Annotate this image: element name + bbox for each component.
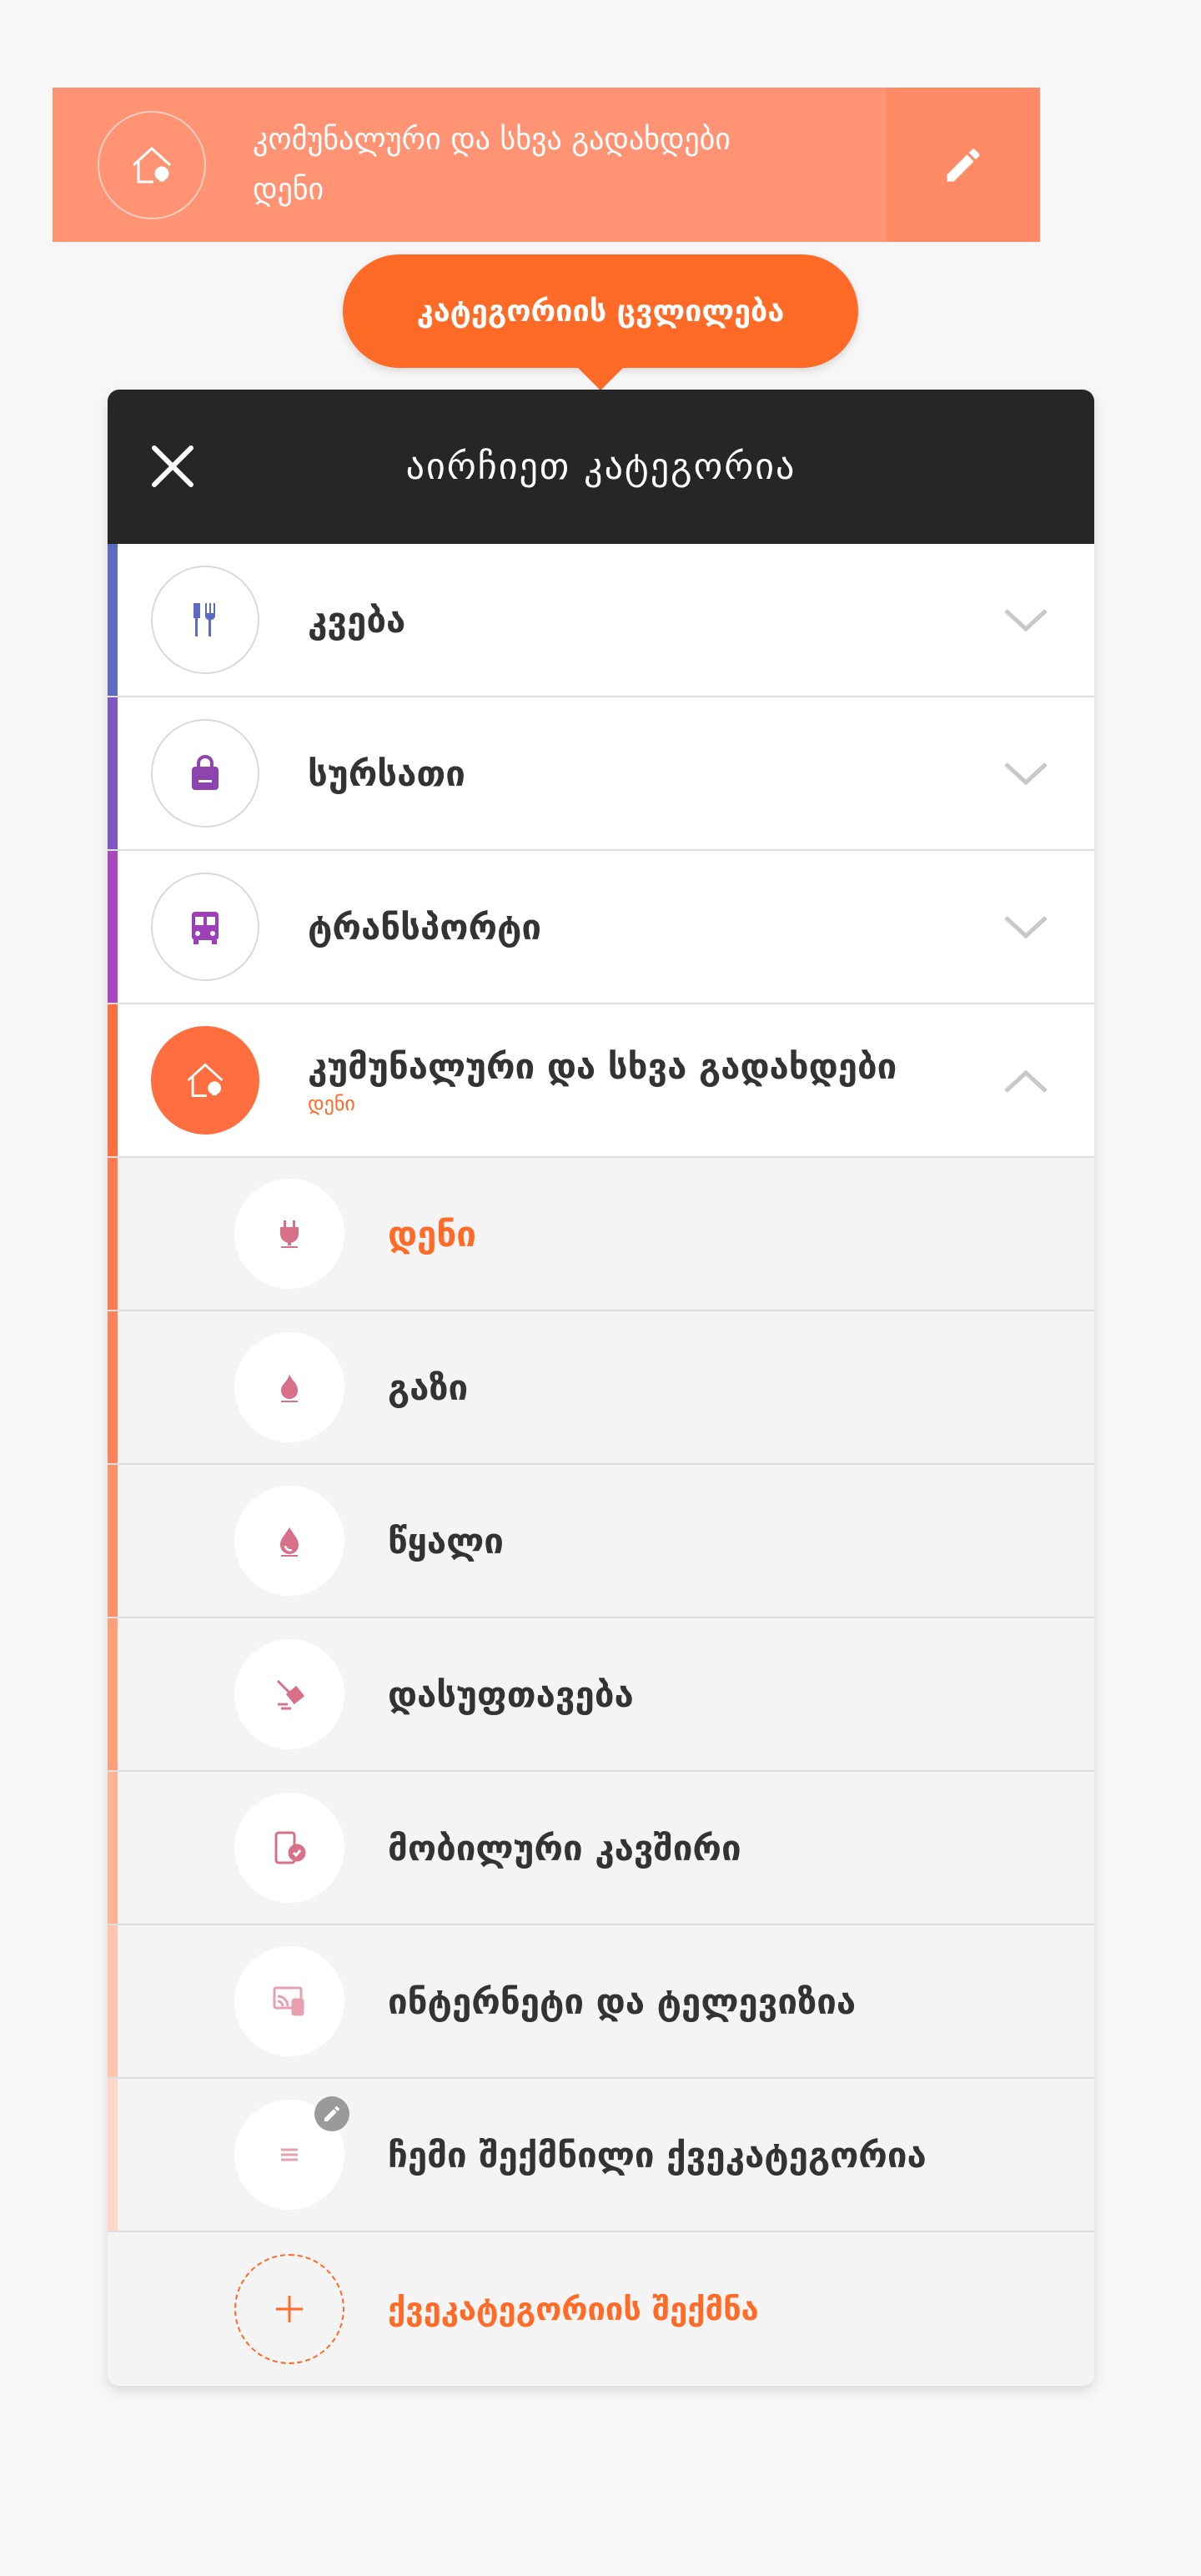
category-color-stripe [108,1004,118,1156]
tv-wifi-icon [234,1946,344,2056]
tooltip-arrow [575,365,626,390]
selected-subcategory: დენი [253,172,324,207]
category-picker-modal: აირჩიეთ კატეგორია კვება სურსათი ტრანსპორ… [108,390,1094,2386]
category-row-transport[interactable]: ტრანსპორტი [108,851,1094,1004]
house-bulb-icon [98,110,206,219]
modal-title: აირჩიეთ კატეგორია [405,445,796,488]
subcategory-row-mobile[interactable]: მობილური კავშირი [108,1772,1094,1925]
subcategory-row-internet-tv[interactable]: ინტერნეტი და ტელევიზია [108,1925,1094,2079]
category-color-stripe [108,697,118,849]
category-label: ტრანსპორტი [308,906,542,948]
plug-icon [234,1179,344,1289]
bus-icon [151,873,259,981]
category-color-stripe [108,1925,118,2077]
subcategory-row-electricity[interactable]: დენი [108,1158,1094,1311]
chevron-down-icon [1004,762,1048,786]
plus-icon [234,2254,344,2364]
subcategory-label: მობილური კავშირი [388,1827,741,1869]
category-row-groceries[interactable]: სურსათი [108,697,1094,851]
phone-check-icon [234,1793,344,1903]
category-color-stripe [108,2079,118,2231]
category-color-stripe [108,851,118,1003]
category-color-stripe [108,1465,118,1617]
subcategory-label: ჩემი შექმნილი ქვეკატეგორია [388,2134,927,2176]
category-selected-sub: დენი [308,1091,355,1115]
list-icon [234,2096,349,2210]
subcategory-label: დენი [388,1213,476,1255]
change-category-tooltip: კატეგორიის ცვლილება [343,254,858,368]
category-color-stripe [108,1311,118,1463]
subcategory-label: ინტერნეტი და ტელევიზია [388,1980,857,2022]
flame-icon [234,1332,344,1442]
category-color-stripe [108,1772,118,1924]
subcategory-label: წყალი [388,1520,504,1562]
category-row-food[interactable]: კვება [108,544,1094,697]
subcategory-row-water[interactable]: წყალი [108,1465,1094,1618]
edit-category-button[interactable] [887,88,1040,242]
chevron-down-icon [1004,609,1048,632]
add-subcategory-label: ქვეკატეგორიის შექმნა [388,2291,759,2327]
house-bulb-icon [151,1026,259,1135]
selected-category-info: კომუნალური და სხვა გადახდები დენი [53,88,887,242]
selected-category-bar[interactable]: კომუნალური და სხვა გადახდები დენი [53,88,1040,242]
pencil-icon [947,148,980,181]
category-label: კვება [308,599,406,641]
subcategory-row-cleaning[interactable]: დასუფთავება [108,1618,1094,1772]
cutlery-icon [151,566,259,674]
pencil-icon[interactable] [314,2096,349,2131]
category-label: კუმუნალური და სხვა გადახდები [308,1045,897,1087]
category-color-stripe [108,1618,118,1770]
category-row-utilities[interactable]: კუმუნალური და სხვა გადახდები დენი [108,1004,1094,1158]
shopping-bag-icon [151,719,259,828]
broom-icon [234,1639,344,1749]
subcategory-row-custom[interactable]: ჩემი შექმნილი ქვეკატეგორია [108,2079,1094,2232]
selected-category-title: კომუნალური და სხვა გადახდები [253,122,731,157]
subcategory-label: გაზი [388,1366,469,1408]
category-color-stripe [108,1158,118,1310]
water-drop-icon [234,1486,344,1596]
subcategory-row-gas[interactable]: გაზი [108,1311,1094,1465]
close-icon[interactable] [149,443,196,490]
category-color-stripe [108,544,118,696]
chevron-up-icon [1004,1069,1048,1093]
subcategory-label: დასუფთავება [388,1673,634,1715]
chevron-down-icon [1004,916,1048,939]
modal-header: აირჩიეთ კატეგორია [108,390,1094,544]
category-label: სურსათი [308,752,465,794]
add-subcategory-button[interactable]: ქვეკატეგორიის შექმნა [108,2232,1094,2386]
